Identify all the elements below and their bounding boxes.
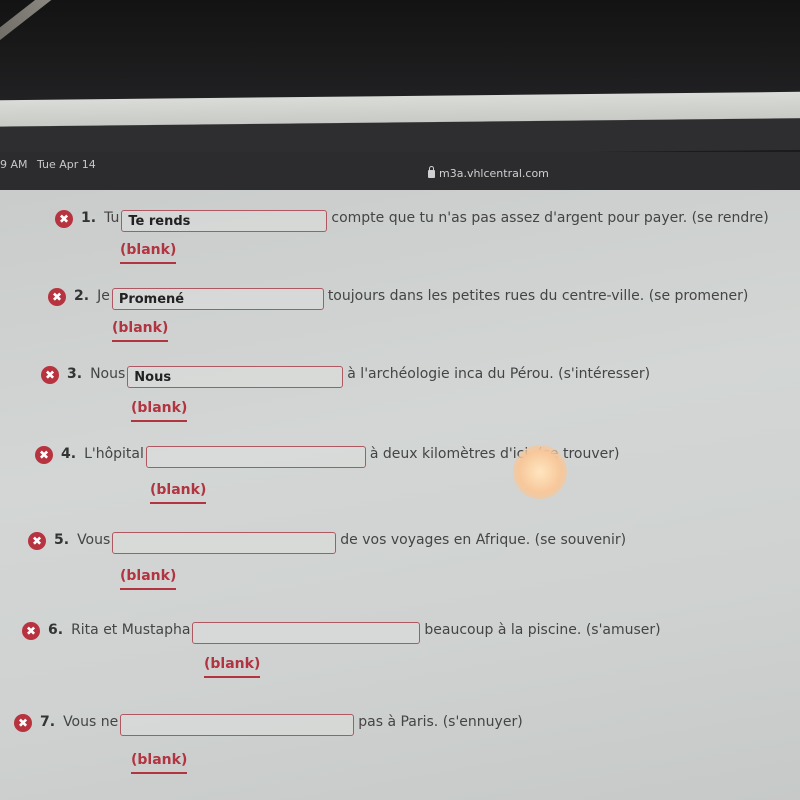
question-suffix: toujours dans les petites rues du centre…: [327, 288, 749, 304]
question-number: 2.: [74, 288, 90, 304]
answer-input[interactable]: Te rends: [121, 210, 328, 232]
question-suffix: de vos voyages en Afrique. (se souvenir): [340, 532, 627, 548]
question-number: 5.: [54, 532, 70, 548]
incorrect-icon: ✖: [22, 622, 40, 640]
question-prefix: Tu: [104, 210, 120, 226]
exercise-page: ✖ 1. Tu Te rends compte que tu n'as pas …: [0, 190, 800, 800]
question-suffix: beaucoup à la piscine. (s'amuser): [424, 622, 661, 638]
question-6: ✖ 6. Rita et Mustapha beaucoup à la pisc…: [22, 622, 661, 644]
answer-input[interactable]: [120, 714, 355, 736]
answer-input[interactable]: [145, 446, 366, 468]
address-bar[interactable]: m3a.vhlcentral.com: [428, 165, 549, 180]
question-number: 7.: [40, 714, 56, 730]
feedback-blank: (blank): [150, 482, 207, 504]
question-prefix: Je: [97, 288, 110, 304]
incorrect-icon: ✖: [35, 446, 53, 464]
incorrect-icon: ✖: [28, 532, 46, 550]
lock-icon: [428, 165, 435, 178]
question-number: 6.: [48, 622, 64, 638]
question-number: 3.: [67, 366, 83, 382]
question-prefix: L'hôpital: [84, 446, 144, 462]
feedback-blank: (blank): [112, 320, 169, 342]
question-prefix: Vous: [77, 532, 111, 548]
question-7: ✖ 7. Vous ne pas à Paris. (s'ennuyer): [14, 714, 523, 736]
incorrect-icon: ✖: [55, 210, 73, 228]
answer-input[interactable]: Promené: [111, 288, 324, 310]
answer-input[interactable]: Nous: [127, 366, 344, 388]
question-suffix: à l'archéologie inca du Pérou. (s'intére…: [347, 366, 651, 382]
answer-input[interactable]: [112, 532, 337, 554]
feedback-blank: (blank): [204, 656, 261, 678]
answer-input[interactable]: [192, 622, 421, 644]
question-prefix: Rita et Mustapha: [71, 622, 191, 638]
feedback-blank: (blank): [131, 400, 188, 422]
url-text: m3a.vhlcentral.com: [439, 167, 549, 180]
incorrect-icon: ✖: [48, 288, 66, 306]
feedback-blank: (blank): [131, 752, 188, 774]
feedback-blank: (blank): [120, 242, 177, 264]
question-suffix: à deux kilomètres d'ici. (se trouver): [369, 446, 620, 462]
incorrect-icon: ✖: [14, 714, 32, 732]
question-number: 1.: [81, 210, 97, 226]
status-bar: 9 AM Tue Apr 14 m3a.vhlcentral.com: [0, 152, 800, 190]
question-1: ✖ 1. Tu Te rends compte que tu n'as pas …: [55, 210, 769, 232]
screen-edge: [0, 91, 800, 159]
question-prefix: Nous: [90, 366, 126, 382]
question-number: 4.: [61, 446, 77, 462]
incorrect-icon: ✖: [41, 366, 59, 384]
question-prefix: Vous ne: [63, 714, 119, 730]
light-glare: [513, 445, 567, 499]
question-2: ✖ 2. Je Promené toujours dans les petite…: [48, 288, 748, 310]
status-date: Tue Apr 14: [37, 158, 96, 171]
status-time: 9 AM: [0, 158, 28, 171]
feedback-blank: (blank): [120, 568, 177, 590]
question-suffix: pas à Paris. (s'ennuyer): [358, 714, 523, 730]
question-3: ✖ 3. Nous Nous à l'archéologie inca du P…: [41, 366, 650, 388]
question-suffix: compte que tu n'as pas assez d'argent po…: [331, 210, 769, 226]
question-5: ✖ 5. Vous de vos voyages en Afrique. (se…: [28, 532, 626, 554]
